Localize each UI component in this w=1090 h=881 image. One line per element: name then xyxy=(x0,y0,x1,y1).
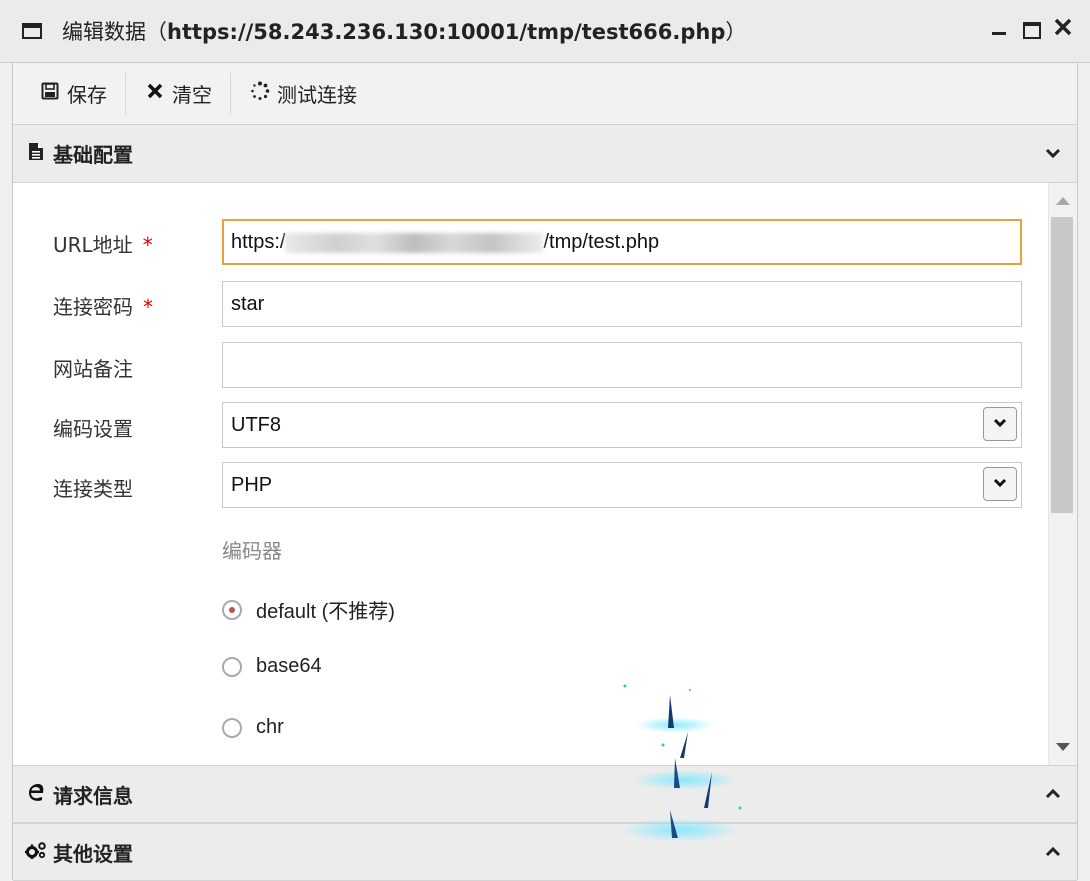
encoder-option-base64[interactable]: base64 xyxy=(222,655,322,678)
basic-config-panel: URL地址 * https:/ /tmp/test.php 连接密码 * star 网… xyxy=(13,183,1077,765)
maximize-icon xyxy=(1023,22,1041,39)
x-icon xyxy=(144,83,166,104)
password-label: 连接密码 * xyxy=(53,291,153,320)
title-prefix: 编辑数据（ xyxy=(62,20,167,44)
floppy-icon xyxy=(39,82,61,105)
chevron-down-icon[interactable] xyxy=(983,467,1017,501)
password-label-text: 连接密码 xyxy=(53,295,133,319)
window-controls xyxy=(990,18,1072,40)
section-other-header[interactable]: 其他设置 xyxy=(13,823,1077,881)
encoding-select[interactable]: UTF8 xyxy=(222,402,1022,448)
clear-button[interactable]: 清空 xyxy=(132,73,224,115)
section-request-header[interactable]: 请求信息 xyxy=(13,765,1077,823)
close-button[interactable] xyxy=(1054,18,1072,40)
radio-unchecked[interactable] xyxy=(222,656,242,677)
spinner-icon xyxy=(249,81,271,106)
minimize-button[interactable] xyxy=(990,18,1008,40)
url-value-prefix: https:/ xyxy=(231,231,286,253)
section-request-title: 请求信息 xyxy=(53,783,133,808)
toolbar-divider xyxy=(125,72,126,115)
encoder-option-label: default (不推荐) xyxy=(256,601,395,623)
section-other-title: 其他设置 xyxy=(53,841,133,866)
radio-unchecked[interactable] xyxy=(222,717,242,738)
gears-icon xyxy=(25,841,47,864)
toolbar: 保存 清空 测试连接 xyxy=(13,63,1077,125)
note-input[interactable] xyxy=(222,342,1022,388)
close-icon xyxy=(1054,18,1072,36)
encoder-label: 编码器 xyxy=(222,539,282,563)
type-value: PHP xyxy=(231,474,273,496)
maximize-button[interactable] xyxy=(1022,18,1041,40)
radio-checked[interactable] xyxy=(222,599,242,620)
scroll-up-icon[interactable] xyxy=(1056,197,1070,205)
scroll-thumb[interactable] xyxy=(1051,217,1073,513)
title-suffix: ） xyxy=(725,20,747,44)
password-input[interactable]: star xyxy=(222,281,1022,327)
encoding-label: 编码设置 xyxy=(53,417,133,441)
window-icon xyxy=(22,23,42,39)
url-label-text: URL地址 xyxy=(53,233,133,257)
document-icon xyxy=(25,142,47,166)
note-label: 网站备注 xyxy=(53,357,133,381)
encoding-value: UTF8 xyxy=(231,414,281,436)
chevron-up-icon xyxy=(1045,784,1061,805)
chevron-down-icon xyxy=(1045,143,1061,164)
scroll-down-icon[interactable] xyxy=(1056,743,1070,751)
url-value-suffix: /tmp/test.php xyxy=(543,231,660,253)
section-basic-title: 基础配置 xyxy=(53,143,133,167)
title-url: https://58.243.236.130:10001/tmp/test666… xyxy=(167,20,726,44)
ie-icon xyxy=(25,780,47,808)
toolbar-divider xyxy=(230,72,231,115)
save-label: 保存 xyxy=(67,83,107,107)
type-label: 连接类型 xyxy=(53,477,133,501)
dialog-frame: 保存 清空 测试连接 基础配置 URL地址 * https:/ /tmp/tes… xyxy=(12,62,1078,881)
required-mark: * xyxy=(143,295,153,319)
chevron-down-icon[interactable] xyxy=(983,407,1017,441)
encoder-option-label: base64 xyxy=(256,655,322,677)
chevron-up-icon xyxy=(1045,842,1061,863)
window-title: 编辑数据（https://58.243.236.130:10001/tmp/te… xyxy=(62,16,746,46)
encoder-option-label: chr xyxy=(256,716,284,738)
test-connection-label: 测试连接 xyxy=(277,83,357,107)
vertical-scrollbar[interactable] xyxy=(1048,183,1077,765)
encoder-option-default[interactable]: default (不推荐) xyxy=(222,595,395,624)
minimize-icon xyxy=(992,32,1006,35)
url-label: URL地址 * xyxy=(53,229,153,258)
encoder-option-chr[interactable]: chr xyxy=(222,716,284,739)
url-input[interactable]: https:/ /tmp/test.php xyxy=(222,219,1022,265)
clear-label: 清空 xyxy=(172,83,212,107)
save-button[interactable]: 保存 xyxy=(27,73,119,115)
required-mark: * xyxy=(142,233,153,257)
window-titlebar: 编辑数据（https://58.243.236.130:10001/tmp/te… xyxy=(0,0,1090,63)
type-select[interactable]: PHP xyxy=(222,462,1022,508)
section-basic-header[interactable]: 基础配置 xyxy=(13,125,1077,183)
test-connection-button[interactable]: 测试连接 xyxy=(237,73,369,115)
redacted-blur xyxy=(285,232,544,253)
